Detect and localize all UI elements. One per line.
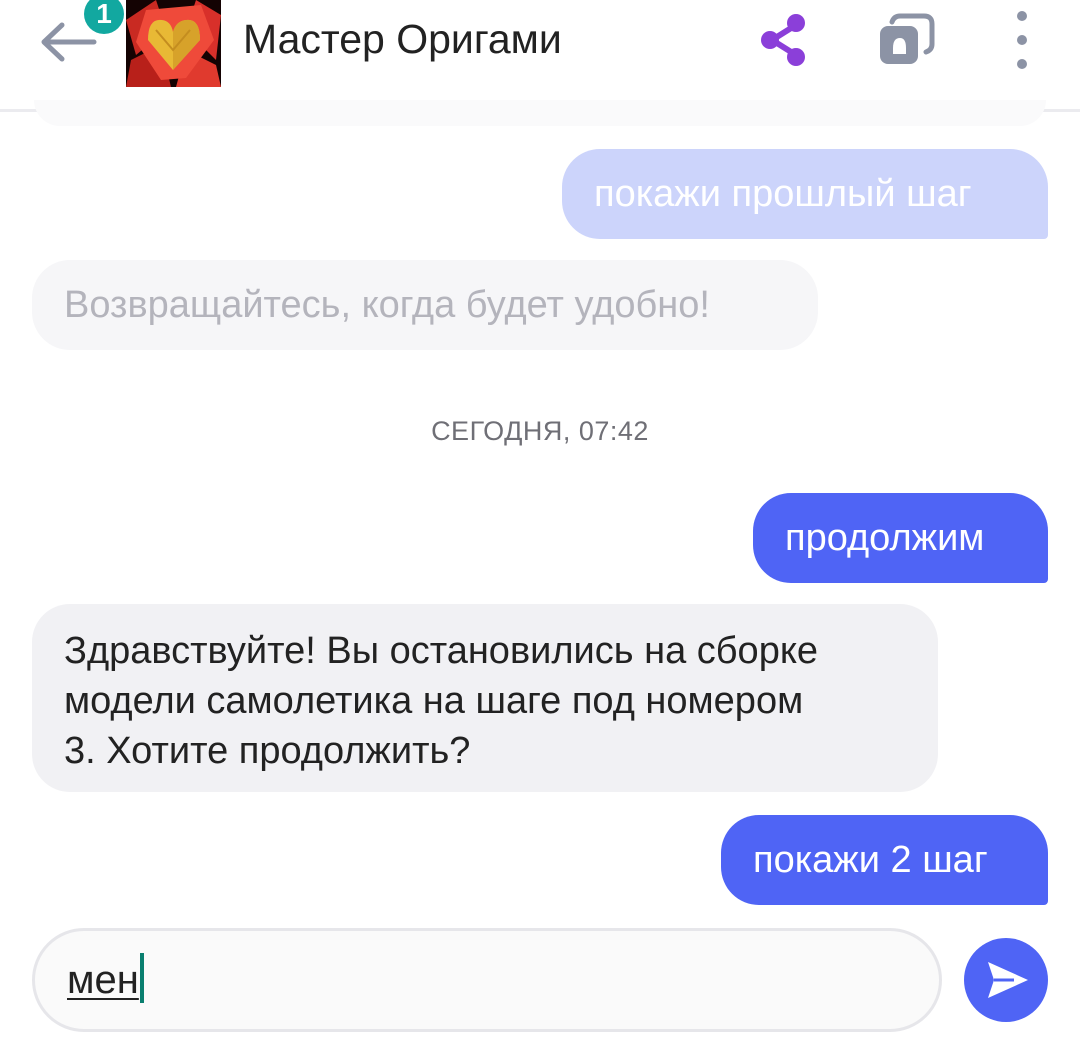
previous-bubble-edge	[34, 100, 1046, 126]
cards-icon	[880, 13, 935, 64]
more-vertical-icon	[1017, 11, 1027, 69]
send-button[interactable]	[964, 938, 1048, 1022]
user-message: покажи прошлый шаг	[562, 149, 1048, 239]
bot-message: Здравствуйте! Вы остановились на сборке …	[32, 604, 938, 792]
message-line: модели самолетика на шаге под номером	[64, 680, 804, 722]
message-text: Возвращайтесь, когда будет удобно!	[64, 284, 710, 326]
message-line: 3. Хотите продолжить?	[64, 730, 471, 772]
message-input-value[interactable]: мен	[67, 953, 144, 1003]
page-title: Мастер Оригами	[243, 16, 562, 62]
skill-avatar[interactable]	[126, 0, 221, 87]
bot-message: Возвращайтесь, когда будет удобно!	[32, 260, 818, 350]
send-icon	[988, 962, 1028, 998]
message-input[interactable]: мен	[32, 928, 942, 1032]
date-divider: СЕГОДНЯ, 07:42	[431, 416, 649, 446]
text-caret	[139, 953, 144, 1003]
message-text: покажи 2 шаг	[753, 839, 988, 881]
typed-text: мен	[67, 958, 139, 1002]
share-icon	[761, 14, 805, 66]
user-message: покажи 2 шаг	[721, 815, 1048, 905]
unread-badge: 1	[84, 0, 124, 34]
chat-header: 1 Мастер Оригами	[0, 0, 1080, 112]
user-message: продолжим	[753, 493, 1048, 583]
cards-button[interactable]	[876, 10, 936, 70]
message-text: продолжим	[785, 517, 985, 559]
message-line: Здравствуйте! Вы остановились на сборке	[64, 630, 819, 672]
message-text: покажи прошлый шаг	[594, 173, 972, 215]
share-button[interactable]	[754, 10, 814, 70]
origami-heart-image	[126, 0, 221, 87]
more-options-button[interactable]	[992, 10, 1052, 70]
